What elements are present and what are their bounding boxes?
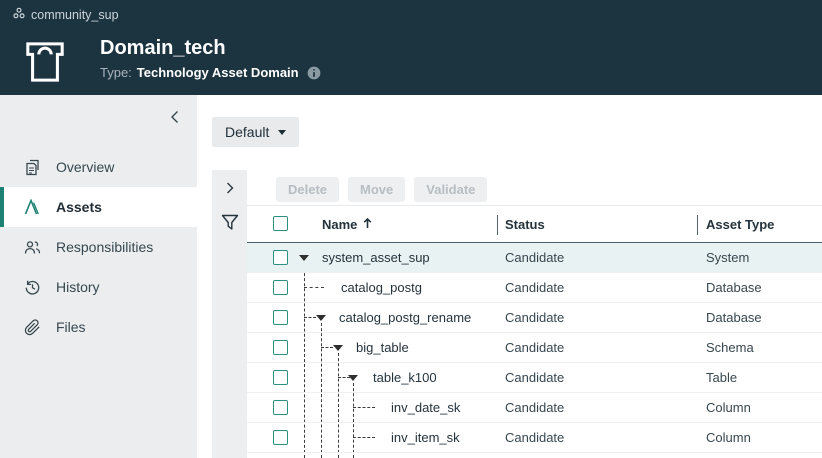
sidebar-nav: Overview Assets Responsibilities bbox=[0, 147, 197, 347]
top-header: community_sup Domain_tech Type: Technolo… bbox=[0, 0, 822, 95]
sidebar: Overview Assets Responsibilities bbox=[0, 95, 197, 458]
row-checkbox[interactable] bbox=[273, 310, 288, 325]
delete-button[interactable]: Delete bbox=[276, 177, 339, 202]
paperclip-icon bbox=[24, 319, 41, 336]
breadcrumb[interactable]: community_sup bbox=[13, 7, 119, 22]
domain-icon bbox=[24, 39, 66, 90]
info-icon[interactable] bbox=[307, 66, 321, 80]
document-icon bbox=[24, 159, 41, 176]
history-icon bbox=[24, 279, 41, 296]
row-checkbox[interactable] bbox=[273, 400, 288, 415]
table-row[interactable]: big_table Candidate Schema bbox=[247, 333, 822, 363]
asset-type-cell: Column bbox=[706, 423, 751, 452]
status-cell: Candidate bbox=[505, 333, 564, 362]
asset-name-link[interactable]: table_k100 bbox=[373, 363, 437, 392]
people-icon bbox=[24, 239, 41, 256]
table-row[interactable]: inv_date_sk Candidate Column bbox=[247, 393, 822, 423]
asset-type-cell: Column bbox=[706, 393, 751, 422]
asset-type-cell: Database bbox=[706, 303, 762, 332]
column-header-status[interactable]: Status bbox=[505, 217, 545, 232]
row-checkbox[interactable] bbox=[273, 340, 288, 355]
asset-type-cell: System bbox=[706, 243, 749, 272]
tree-connector bbox=[353, 407, 375, 408]
column-header-asset-type[interactable]: Asset Type bbox=[706, 217, 774, 232]
tree-connector bbox=[353, 437, 375, 438]
table-row[interactable]: catalog_postg_rename Candidate Database bbox=[247, 303, 822, 333]
asset-name-link[interactable]: inv_item_sk bbox=[391, 423, 460, 452]
table-row[interactable]: system_asset_sup Candidate System bbox=[247, 243, 822, 273]
status-cell: Candidate bbox=[505, 273, 564, 302]
tree-connector bbox=[304, 317, 316, 318]
assets-icon bbox=[24, 199, 41, 216]
table-row[interactable]: table_k100 Candidate Table bbox=[247, 363, 822, 393]
sidebar-item-overview[interactable]: Overview bbox=[0, 147, 197, 187]
column-divider bbox=[497, 215, 498, 235]
sidebar-item-label: Files bbox=[56, 319, 86, 335]
asset-name-link[interactable]: big_table bbox=[356, 333, 409, 362]
column-header-name[interactable]: Name bbox=[322, 217, 372, 232]
asset-name-link[interactable]: system_asset_sup bbox=[322, 243, 430, 272]
asset-type-cell: Schema bbox=[706, 333, 754, 362]
sidebar-item-label: Overview bbox=[56, 159, 114, 175]
page-title: Domain_tech bbox=[100, 37, 226, 60]
row-checkbox[interactable] bbox=[273, 430, 288, 445]
collapse-node-icon[interactable] bbox=[348, 375, 358, 381]
table-body: system_asset_sup Candidate System catalo… bbox=[247, 243, 822, 458]
sort-ascending-icon[interactable] bbox=[363, 217, 372, 232]
collapse-node-icon[interactable] bbox=[333, 345, 343, 351]
asset-name-link[interactable]: catalog_postg_rename bbox=[339, 303, 471, 332]
type-label: Type: bbox=[100, 65, 132, 80]
row-checkbox[interactable] bbox=[273, 370, 288, 385]
collapse-node-icon[interactable] bbox=[316, 315, 326, 321]
asset-name-link[interactable]: inv_date_sk bbox=[391, 393, 460, 422]
collapse-node-icon[interactable] bbox=[299, 255, 309, 261]
row-checkbox[interactable] bbox=[273, 280, 288, 295]
table-row[interactable]: catalog_postg Candidate Database bbox=[247, 273, 822, 303]
bulk-actions-toolbar: Delete Move Validate bbox=[276, 177, 487, 202]
status-cell: Candidate bbox=[505, 423, 564, 452]
status-cell: Candidate bbox=[505, 243, 564, 272]
collapse-sidebar-icon[interactable] bbox=[166, 109, 182, 125]
asset-type-line: Type: Technology Asset Domain bbox=[100, 65, 321, 80]
select-all-checkbox[interactable] bbox=[273, 216, 288, 231]
chevron-down-icon bbox=[278, 130, 286, 135]
sidebar-item-label: History bbox=[56, 279, 100, 295]
asset-name-link[interactable]: catalog_postg bbox=[341, 273, 422, 302]
filter-icon[interactable] bbox=[212, 214, 247, 231]
sidebar-item-label: Responsibilities bbox=[56, 239, 153, 255]
sidebar-item-responsibilities[interactable]: Responsibilities bbox=[0, 227, 197, 267]
asset-type-cell: Table bbox=[706, 363, 737, 392]
status-cell: Candidate bbox=[505, 303, 564, 332]
sidebar-item-history[interactable]: History bbox=[0, 267, 197, 307]
sidebar-item-label: Assets bbox=[56, 199, 102, 215]
column-divider bbox=[697, 215, 698, 235]
table-header: Name Status Asset Type bbox=[247, 205, 822, 243]
sidebar-item-assets[interactable]: Assets bbox=[0, 187, 197, 227]
view-selector-label: Default bbox=[225, 124, 269, 140]
type-value: Technology Asset Domain bbox=[137, 65, 299, 80]
table-row[interactable]: inv_item_sk Candidate Column bbox=[247, 423, 822, 453]
validate-button[interactable]: Validate bbox=[414, 177, 487, 202]
expand-panel-icon[interactable] bbox=[212, 182, 247, 194]
community-icon bbox=[13, 7, 25, 22]
tree-connector bbox=[321, 347, 333, 348]
breadcrumb-label[interactable]: community_sup bbox=[31, 8, 119, 22]
move-button[interactable]: Move bbox=[348, 177, 405, 202]
view-selector-button[interactable]: Default bbox=[212, 117, 299, 147]
status-cell: Candidate bbox=[505, 363, 564, 392]
sidebar-item-files[interactable]: Files bbox=[0, 307, 197, 347]
asset-type-cell: Database bbox=[706, 273, 762, 302]
row-checkbox[interactable] bbox=[273, 250, 288, 265]
assets-table: Name Status Asset Type system_asset_sup … bbox=[247, 205, 822, 458]
tree-connector bbox=[304, 287, 324, 288]
side-panel-rail bbox=[212, 170, 247, 458]
status-cell: Candidate bbox=[505, 393, 564, 422]
